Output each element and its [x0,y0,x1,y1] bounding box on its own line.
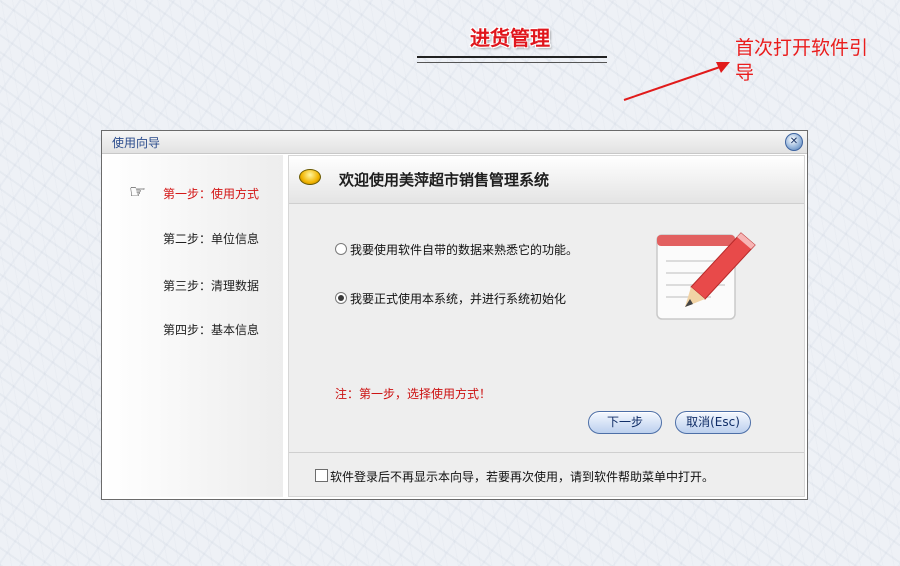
radio-formal-use[interactable] [335,292,347,304]
step-note: 注：第一步，选择使用方式！ [335,387,492,401]
next-button[interactable]: 下一步 [588,411,662,434]
wizard-dialog: 使用向导 ✕ ☞ 第一步：使用方式 第二步：单位信息 第三步：清理数据 第四步：… [101,130,808,500]
step-1-label: 第一步：使用方式 [163,187,260,201]
pointing-hand-icon: ☞ [129,181,147,203]
close-icon[interactable]: ✕ [785,133,803,151]
dont-show-again-checkbox[interactable] [315,469,328,482]
dont-show-again-option[interactable]: 软件登录后不再显示本向导，若要再次使用，请到软件帮助菜单中打开。 [315,468,714,485]
step-3: 第三步：清理数据 [105,275,283,295]
step-4: 第四步：基本信息 [105,319,283,339]
cancel-button[interactable]: 取消(Esc) [675,411,751,434]
header-title: 欢迎使用美萍超市销售管理系统 [339,171,550,189]
step-4-label: 第四步：基本信息 [163,323,260,337]
page-title: 进货管理 [470,26,550,50]
step-sidebar: ☞ 第一步：使用方式 第二步：单位信息 第三步：清理数据 第四步：基本信息 [105,155,283,497]
content-header: 欢迎使用美萍超市销售管理系统 [289,156,804,204]
dialog-footer: 软件登录后不再显示本向导，若要再次使用，请到软件帮助菜单中打开。 [289,452,804,497]
option-demo-data-label: 我要使用软件自带的数据来熟悉它的功能。 [350,243,579,257]
dialog-titlebar[interactable]: 使用向导 ✕ [102,131,807,154]
option-formal-use[interactable]: 我要正式使用本系统，并进行系统初始化 [335,290,566,308]
annotation-text: 首次打开软件引导 [735,37,869,84]
dont-show-again-label: 软件登录后不再显示本向导，若要再次使用，请到软件帮助菜单中打开。 [330,470,715,484]
option-demo-data[interactable]: 我要使用软件自带的数据来熟悉它的功能。 [335,241,578,259]
step-3-label: 第三步：清理数据 [163,279,260,293]
radio-demo-data[interactable] [335,243,347,255]
option-formal-use-label: 我要正式使用本系统，并进行系统初始化 [350,292,567,306]
wizard-content: 欢迎使用美萍超市销售管理系统 我要使用软件自带的数据来熟悉它的功能。 我要正式使… [288,155,805,497]
dialog-title: 使用向导 [112,136,161,150]
annotation-arrow-icon [623,62,730,101]
status-orb-icon [299,169,321,185]
title-underline [417,56,607,63]
notepad-pencil-icon [656,232,756,320]
step-2: 第二步：单位信息 [105,228,283,248]
step-2-label: 第二步：单位信息 [163,232,260,246]
step-1: ☞ 第一步：使用方式 [105,181,283,203]
